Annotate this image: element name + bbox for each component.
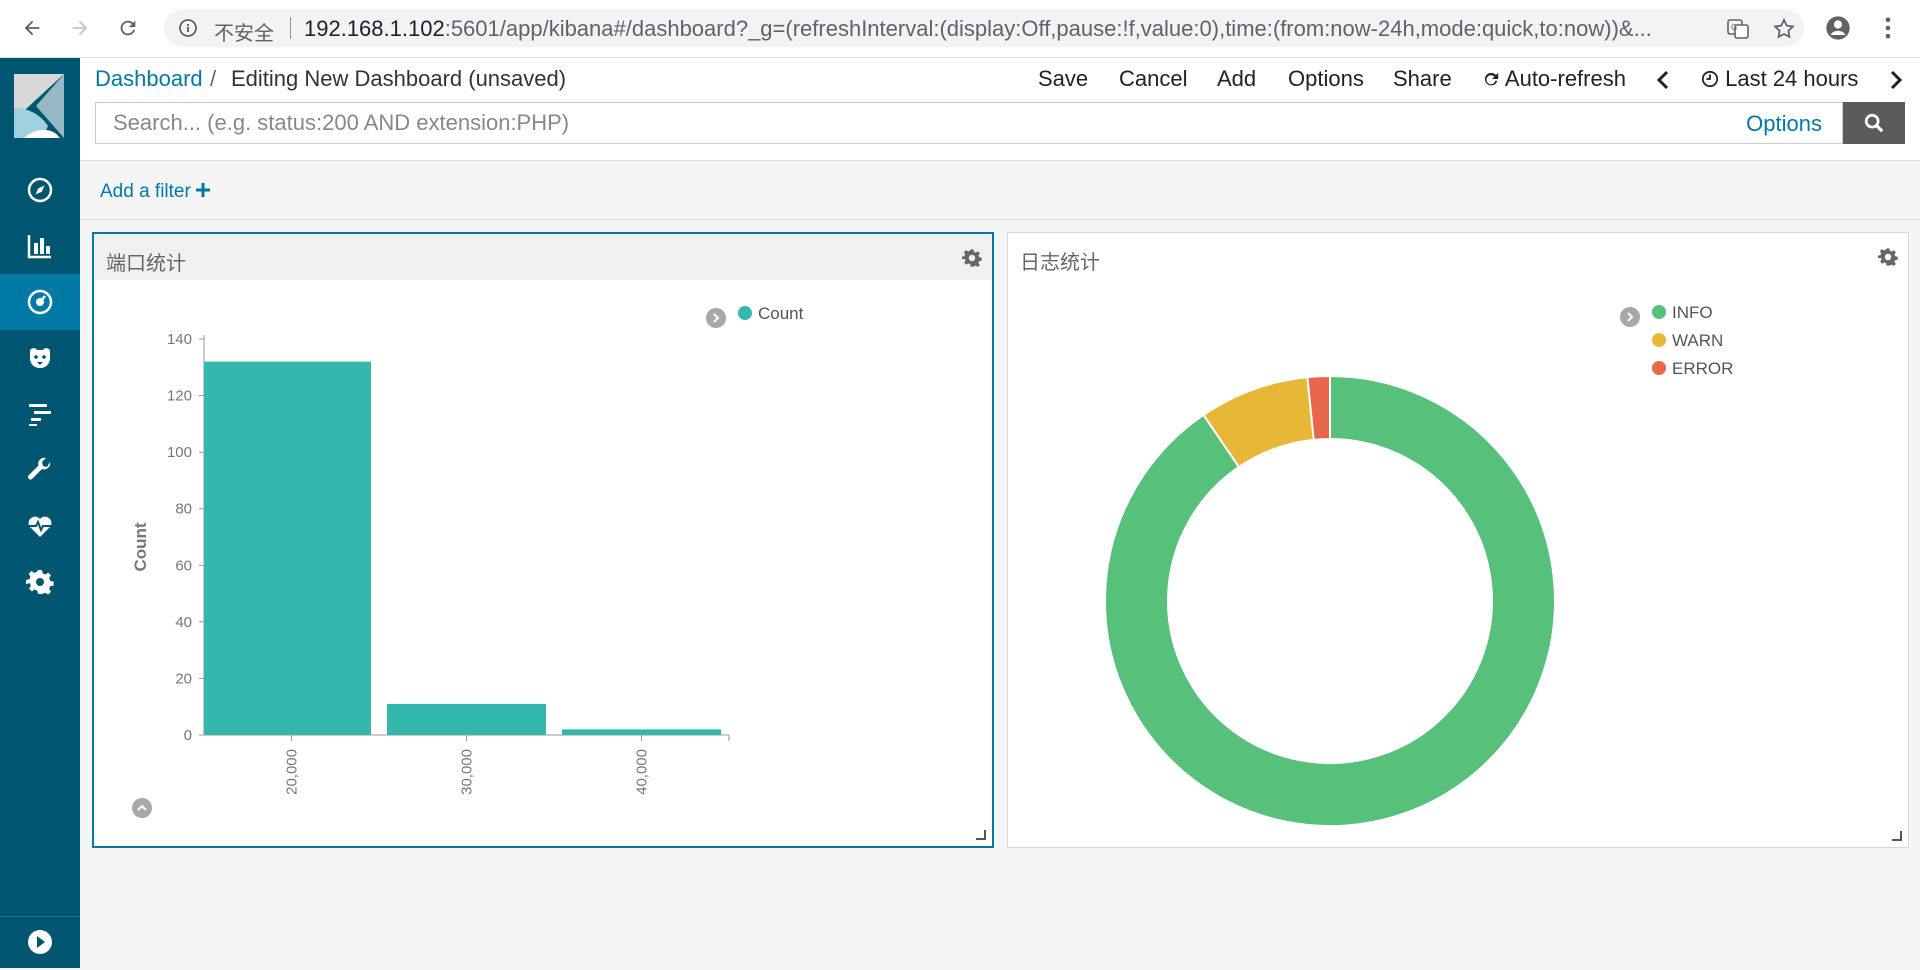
legend-label: ERROR [1672,359,1734,378]
cancel-button[interactable]: Cancel [1119,66,1187,92]
forward-icon[interactable] [66,14,94,42]
monitoring-icon[interactable] [0,498,80,554]
translate-icon[interactable]: G [1726,17,1750,41]
apm-icon[interactable] [0,386,80,442]
chevron-left-icon[interactable] [1652,68,1674,92]
svg-text:G: G [1731,23,1737,32]
top-bar: Dashboard / Editing New Dashboard (unsav… [80,58,1920,161]
pie-slice-info [1104,374,1556,827]
reload-icon[interactable] [114,14,142,42]
save-button[interactable]: Save [1038,66,1088,92]
star-icon[interactable] [1772,17,1796,41]
query-options-button[interactable]: Options [1746,111,1822,137]
browser-toolbar: 不安全 192.168.1.102:5601/app/kibana#/dashb… [0,0,1920,58]
more-icon[interactable] [1874,14,1902,42]
panel-header[interactable]: 端口统计 [94,234,992,280]
legend-toggle-icon[interactable] [706,308,726,328]
refresh-icon [1484,72,1499,86]
gear-icon[interactable] [962,248,982,268]
legend-label: WARN [1672,331,1724,350]
y-axis-label: Count [131,522,150,571]
y-tick-label: 120 [167,388,192,405]
plus-icon [196,183,211,197]
insecure-label: 不安全 [214,21,274,45]
donut-chart [1104,374,1556,827]
filter-bar: Add a filter [80,161,1920,220]
management-icon[interactable] [0,554,80,610]
legend-item-count[interactable]: Count [738,304,803,324]
y-tick-label: 140 [167,331,192,348]
back-icon[interactable] [18,14,46,42]
panel-bar-chart[interactable]: 端口统计 0 20 40 60 80 100 120 140 20,000 30,000 40,00… [92,232,994,848]
search-input[interactable] [96,103,1513,143]
legend-dot [1652,305,1666,319]
x-tick-label: 40,000 [634,749,651,795]
resize-handle[interactable] [976,830,986,840]
info-icon[interactable] [178,18,198,38]
bar-chart: 02040608010012014020,00030,00040,000leve… [131,331,730,795]
y-tick-label: 60 [175,557,192,574]
y-tick-label: 0 [184,727,192,744]
url-text[interactable]: 192.168.1.102:5601/app/kibana#/dashboard… [304,16,1704,42]
collapse-spy-icon[interactable] [132,798,152,818]
search-button[interactable] [1843,102,1905,144]
panel-pie-chart[interactable]: 日志统计 INFO WARN ERROR [1007,232,1909,848]
legend-item-error[interactable]: ERROR [1652,359,1733,379]
dev-tools-icon[interactable] [0,442,80,498]
page-title: Editing New Dashboard (unsaved) [231,66,567,91]
url-host: 192.168.1.102 [304,16,445,41]
account-icon[interactable] [1824,14,1852,42]
chevron-right-icon[interactable] [1885,68,1907,92]
share-button[interactable]: Share [1393,66,1452,92]
timelion-icon[interactable] [0,330,80,386]
y-tick-label: 40 [175,614,192,631]
sidebar [0,58,80,968]
auto-refresh-label: Auto-refresh [1504,66,1626,91]
auto-refresh-button[interactable]: Auto-refresh [1482,66,1626,92]
y-tick-label: 100 [167,444,192,461]
bar [204,361,371,735]
visualize-icon[interactable] [0,218,80,274]
y-tick-label: 80 [175,501,192,518]
gear-icon[interactable] [1878,247,1898,267]
divider [290,17,291,39]
panel-title: 端口统计 [106,251,186,275]
url-rest: :5601/app/kibana#/dashboard?_g=(refreshI… [444,16,1652,41]
panel-title: 日志统计 [1020,250,1100,274]
dashboard-icon[interactable] [0,274,80,330]
panel-header[interactable]: 日志统计 [1008,233,1908,279]
legend-dot [1652,333,1666,347]
breadcrumb-dashboard[interactable]: Dashboard [95,66,203,92]
search-icon [1864,113,1884,133]
y-tick-label: 20 [175,670,192,687]
add-button[interactable]: Add [1217,66,1256,92]
legend-item-warn[interactable]: WARN [1652,331,1723,351]
add-filter-label: Add a filter [100,181,191,202]
legend-dot [738,306,752,320]
time-range-label: Last 24 hours [1725,66,1859,91]
bar [387,703,546,735]
x-tick-label: 30,000 [459,749,476,795]
legend-label: INFO [1672,303,1713,322]
x-tick-label: 20,000 [284,749,301,795]
legend-item-info[interactable]: INFO [1652,303,1713,323]
discover-icon[interactable] [0,162,80,218]
legend-dot [1652,361,1666,375]
breadcrumb-separator: / [210,66,217,91]
kibana-logo[interactable] [14,74,66,138]
legend-toggle-icon[interactable] [1620,307,1640,327]
clock-icon [1701,70,1719,88]
address-bar[interactable]: 不安全 192.168.1.102:5601/app/kibana#/dashb… [164,9,1804,47]
legend-label: Count [758,304,804,323]
time-picker-button[interactable]: Last 24 hours [1701,66,1858,92]
bar [562,729,721,735]
add-filter-button[interactable]: Add a filter [100,181,211,203]
collapse-icon[interactable] [0,914,80,970]
resize-handle[interactable] [1892,831,1902,841]
options-button[interactable]: Options [1288,66,1364,92]
query-bar: Options [95,102,1843,144]
